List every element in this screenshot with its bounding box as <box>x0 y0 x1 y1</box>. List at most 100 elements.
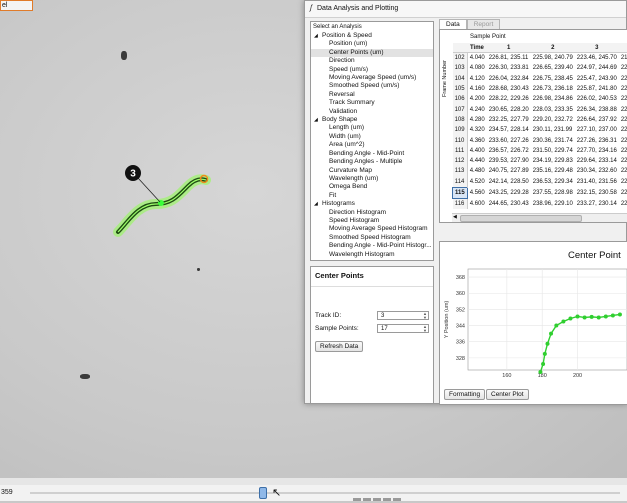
tree-item[interactable]: Wavelength (um) <box>311 175 433 183</box>
table-cell[interactable]: 231.40, 231.56 <box>575 177 619 188</box>
table-row[interactable]: 1104.360233.60, 227.26230.36, 231.74227.… <box>453 135 627 145</box>
frame-number-cell[interactable]: 112 <box>453 156 468 166</box>
table-cell[interactable]: 244.65, 230.43 <box>487 199 531 210</box>
table-row[interactable]: 1134.480240.75, 227.89235.16, 229.48230.… <box>453 166 627 176</box>
main-tab[interactable]: el <box>0 0 33 11</box>
table-cell[interactable]: 226.04, 232.84 <box>487 74 531 84</box>
table-cell[interactable]: 4.480 <box>467 166 487 176</box>
table-cell[interactable]: 4.560 <box>467 187 487 198</box>
table-row[interactable]: 1154.560243.25, 229.28237.55, 228.98232.… <box>453 187 627 198</box>
tree-item[interactable]: Curvature Map <box>311 167 433 175</box>
table-cell[interactable]: 230.34, 232.60 <box>575 166 619 176</box>
table-cell[interactable]: 227.19, 23 <box>619 166 627 176</box>
tree-category[interactable]: ◢Body Shape <box>311 116 433 124</box>
tree-item[interactable]: Speed (um/s) <box>311 66 433 74</box>
table-cell[interactable]: 238.96, 229.10 <box>531 199 575 210</box>
spin-arrows-icon[interactable]: ▲▼ <box>423 325 427 333</box>
table-cell[interactable]: 228.03, 233.35 <box>531 104 575 114</box>
column-header[interactable]: Time <box>467 43 487 53</box>
formatting-button[interactable]: Formatting <box>444 389 485 400</box>
table-cell[interactable]: 243.25, 229.28 <box>487 187 531 198</box>
table-cell[interactable]: 4.160 <box>467 84 487 94</box>
column-header[interactable]: 2 <box>531 43 575 53</box>
table-cell[interactable]: 228.22, 229.26 <box>487 94 531 104</box>
frame-slider-track[interactable] <box>30 492 620 494</box>
table-cell[interactable]: 228.11, 23 <box>619 187 627 198</box>
table-cell[interactable]: 234.57, 228.14 <box>487 125 531 135</box>
column-header[interactable]: 3 <box>575 43 619 53</box>
table-cell[interactable]: 225.27, 24 <box>619 125 627 135</box>
table-cell[interactable]: 229.20, 232.72 <box>531 115 575 125</box>
frame-number-cell[interactable]: 103 <box>453 63 468 73</box>
table-cell[interactable]: 227.70, 234.16 <box>575 146 619 156</box>
table-cell[interactable]: 226.30, 233.81 <box>487 63 531 73</box>
table-cell[interactable]: 222.88, 24 <box>619 84 627 94</box>
table-cell[interactable]: 225.47, 243.90 <box>575 74 619 84</box>
table-row[interactable]: 1084.280232.25, 227.79229.20, 232.72226.… <box>453 115 627 125</box>
table-cell[interactable]: 236.57, 226.72 <box>487 146 531 156</box>
table-row[interactable]: 1044.120226.04, 232.84226.75, 238.45225.… <box>453 74 627 84</box>
tree-item[interactable]: Bending Angles - Multiple <box>311 158 433 166</box>
tree-item[interactable]: Area (um^2) <box>311 141 433 149</box>
column-header[interactable]: 1 <box>487 43 531 53</box>
tree-item[interactable]: Moving Average Speed (um/s) <box>311 74 433 82</box>
tree-item[interactable]: Smoothed Speed (um/s) <box>311 82 433 90</box>
table-cell[interactable]: 225.98, 240.79 <box>531 53 575 64</box>
tree-item[interactable]: Bending Angle - Mid-Point <box>311 150 433 158</box>
frame-number-cell[interactable]: 113 <box>453 166 468 176</box>
refresh-data-button[interactable]: Refresh Data <box>315 341 363 352</box>
tree-item[interactable]: Length (um) <box>311 124 433 132</box>
table-cell[interactable]: 230.36, 231.74 <box>531 135 575 145</box>
worm-track-overlay[interactable]: 3 <box>100 160 220 250</box>
table-horizontal-scrollbar[interactable]: ◀ <box>452 213 627 222</box>
table-cell[interactable]: 4.120 <box>467 74 487 84</box>
tree-item[interactable]: Smoothed Speed Histogram <box>311 234 433 242</box>
tree-item[interactable]: Moving Average Speed Histogram <box>311 225 433 233</box>
table-cell[interactable]: 227.10, 237.00 <box>575 125 619 135</box>
table-cell[interactable]: 4.200 <box>467 94 487 104</box>
frame-number-cell[interactable]: 111 <box>453 146 468 156</box>
table-row[interactable]: 1144.520242.14, 228.50236.53, 229.34231.… <box>453 177 627 188</box>
table-cell[interactable]: 237.55, 228.98 <box>531 187 575 198</box>
frame-number-cell[interactable]: 109 <box>453 125 468 135</box>
table-cell[interactable]: 234.19, 229.83 <box>531 156 575 166</box>
table-cell[interactable]: 4.520 <box>467 177 487 188</box>
table-cell[interactable]: 232.15, 230.58 <box>575 187 619 198</box>
table-cell[interactable]: 221.76, 24 <box>619 74 627 84</box>
table-cell[interactable]: 225.87, 241.80 <box>575 84 619 94</box>
table-cell[interactable]: 221.05, 24 <box>619 63 627 73</box>
table-cell[interactable]: 242.14, 228.50 <box>487 177 531 188</box>
scrollbar-thumb[interactable] <box>460 215 582 222</box>
frame-number-cell[interactable]: 102 <box>453 53 468 64</box>
table-cell[interactable]: 227.26, 236.31 <box>575 135 619 145</box>
tree-item[interactable]: Width (um) <box>311 133 433 141</box>
expand-arrow-icon[interactable]: ◢ <box>314 116 322 124</box>
table-cell[interactable]: 223.88, 24 <box>619 94 627 104</box>
table-cell[interactable]: 226.64, 237.92 <box>575 115 619 125</box>
table-row[interactable]: 1054.160228.68, 230.43226.73, 236.18225.… <box>453 84 627 94</box>
table-cell[interactable]: 224.97, 244.69 <box>575 63 619 73</box>
table-cell[interactable]: 226.79, 23 <box>619 156 627 166</box>
tree-category[interactable]: ◢Histograms <box>311 200 433 208</box>
table-row[interactable]: 1124.440239.53, 227.90234.19, 229.83229.… <box>453 156 627 166</box>
track-id-spinbox[interactable]: 3 ▲▼ <box>377 311 429 320</box>
table-cell[interactable]: 4.600 <box>467 199 487 210</box>
table-cell[interactable]: 226.02, 240.53 <box>575 94 619 104</box>
sample-points-spinbox[interactable]: 17 ▲▼ <box>377 324 429 333</box>
tree-item[interactable]: Direction <box>311 57 433 65</box>
tree-item[interactable]: Wavelength Histogram <box>311 251 433 259</box>
table-cell[interactable]: 4.360 <box>467 135 487 145</box>
tree-item[interactable]: Speed Histogram <box>311 217 433 225</box>
tree-item[interactable]: Direction Histogram <box>311 209 433 217</box>
table-cell[interactable]: 4.280 <box>467 115 487 125</box>
frame-number-cell[interactable]: 114 <box>453 177 468 188</box>
table-cell[interactable]: 226.98, 234.86 <box>531 94 575 104</box>
analysis-tree[interactable]: Select an Analysis ◢Position & SpeedPosi… <box>310 21 434 261</box>
table-cell[interactable]: 224.86, 24 <box>619 115 627 125</box>
table-cell[interactable]: 230.11, 231.99 <box>531 125 575 135</box>
center-plot-button[interactable]: Center Plot <box>486 389 529 400</box>
expand-arrow-icon[interactable]: ◢ <box>314 32 322 40</box>
tree-item[interactable]: Validation <box>311 108 433 116</box>
table-cell[interactable]: 4.040 <box>467 53 487 64</box>
tree-category[interactable]: ◢Position & Speed <box>311 32 433 40</box>
